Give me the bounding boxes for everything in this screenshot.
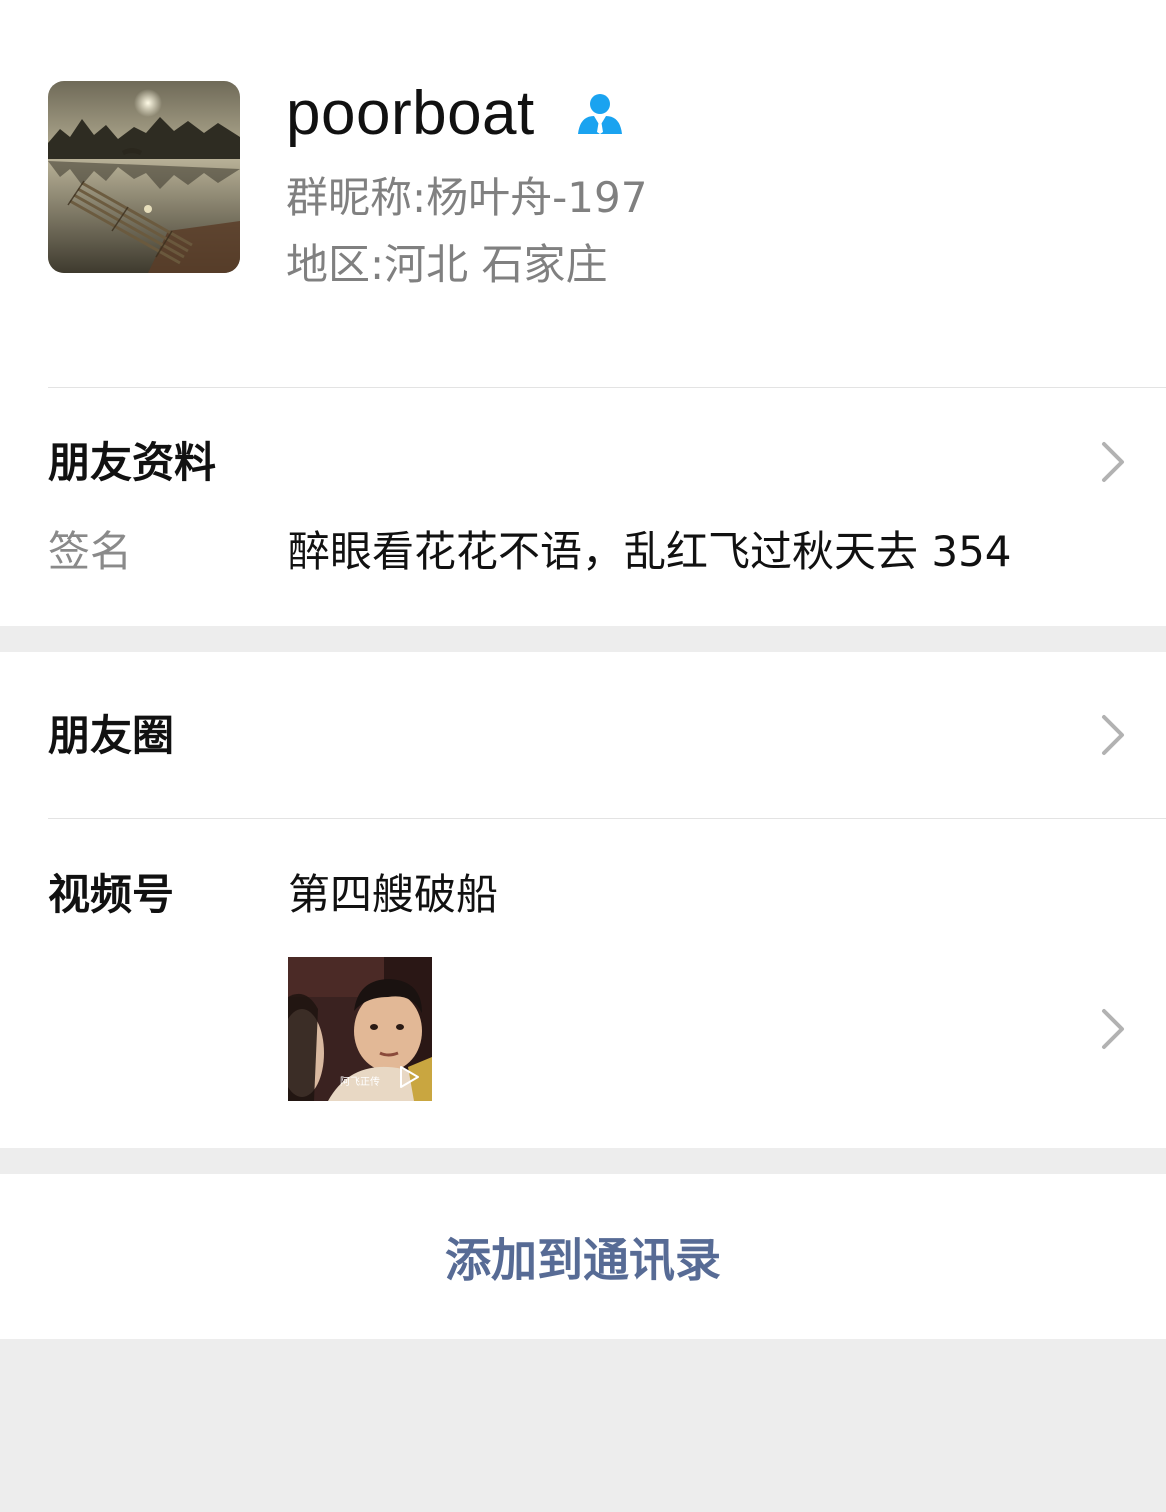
channel-video-thumbnail[interactable]: 阿飞正传: [288, 957, 432, 1101]
add-to-contacts-button[interactable]: 添加到通讯录: [0, 1174, 1166, 1339]
thumbnail-caption: 阿飞正传: [340, 1077, 380, 1088]
channels-name: 第四艘破船: [288, 870, 499, 919]
contact-person-icon: [578, 94, 622, 134]
chevron-right-icon[interactable]: [1096, 440, 1130, 484]
divider: [48, 387, 1166, 388]
profile-name: poorboat: [286, 79, 535, 148]
chevron-right-icon[interactable]: [1096, 713, 1130, 757]
moments-title: 朋友圈: [48, 711, 175, 760]
add-contact-card: 添加到通讯录: [0, 1174, 1166, 1339]
moments-card: 朋友圈 视频号 第四艘破船 阿飞正传: [0, 652, 1166, 1148]
profile-card: poorboat 群昵称:杨叶舟-197 地区:河北 石家庄 朋友资料 签名 醉…: [0, 0, 1166, 626]
region: 地区:河北 石家庄: [286, 240, 608, 289]
signature-label: 签名: [48, 527, 133, 576]
avatar[interactable]: [48, 81, 240, 273]
signature-value: 醉眼看花花不语，乱红飞过秋天去 354: [288, 527, 1012, 576]
group-nickname: 群昵称:杨叶舟-197: [286, 173, 648, 222]
chevron-right-icon[interactable]: [1096, 1007, 1130, 1051]
play-icon: [400, 1066, 419, 1088]
channels-row[interactable]: [0, 822, 1166, 1142]
divider: [48, 818, 1166, 819]
moments-row[interactable]: [0, 672, 1166, 802]
channels-title: 视频号: [48, 870, 175, 919]
friend-info-title: 朋友资料: [48, 438, 217, 487]
